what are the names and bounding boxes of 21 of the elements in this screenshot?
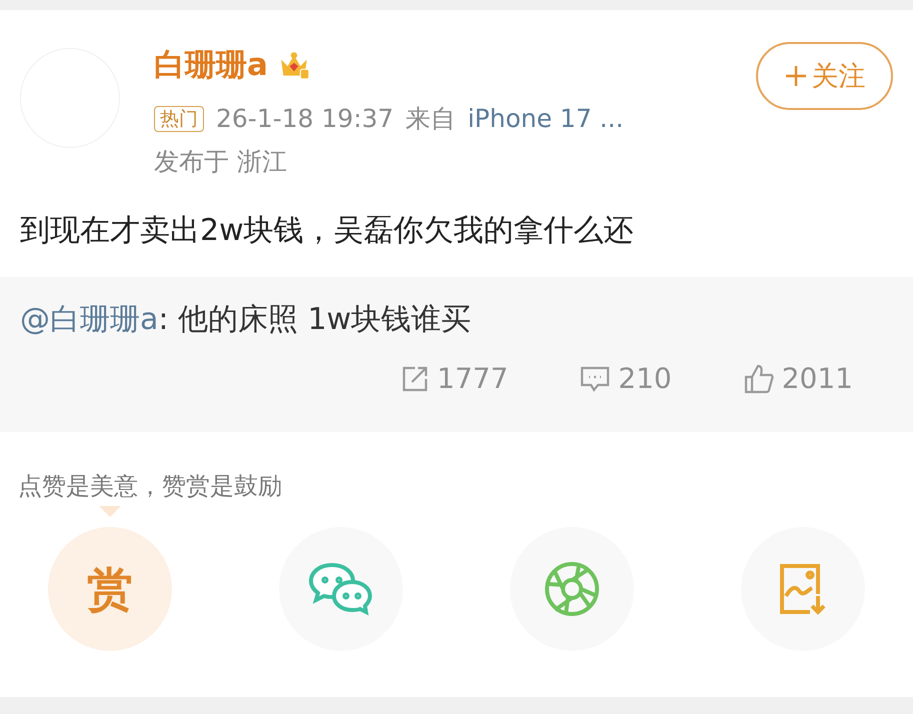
save-image-icon — [778, 562, 828, 616]
like-icon[interactable] — [744, 364, 774, 394]
like-count: 2011 — [782, 362, 853, 395]
post-location: 发布于 浙江 — [154, 146, 288, 178]
plus-icon — [784, 64, 808, 88]
post-time: 26-1-18 19:37 — [216, 104, 394, 133]
repost-icon[interactable] — [401, 364, 430, 392]
reward-hint: 点赞是美意，赞赏是鼓励 — [18, 471, 283, 502]
repost-count: 1777 — [437, 362, 508, 395]
comment-icon[interactable] — [580, 364, 610, 392]
author-name[interactable]: 白珊珊a — [154, 44, 268, 86]
source-link[interactable]: iPhone 17 ... — [468, 104, 624, 133]
source-label: 来自 — [406, 103, 456, 135]
retweet-text: @白珊珊a: 他的床照 1w块钱谁买 — [20, 301, 472, 339]
aperture-icon — [543, 560, 601, 618]
follow-button[interactable]: 关注 — [756, 42, 893, 110]
post-text: 到现在才卖出2w块钱，吴磊你欠我的拿什么还 — [20, 212, 635, 250]
reward-button[interactable]: 赏 — [48, 527, 172, 651]
comment-count: 210 — [618, 362, 672, 395]
hot-tag: 热门 — [154, 106, 204, 132]
chat-bubbles-icon — [308, 561, 374, 617]
